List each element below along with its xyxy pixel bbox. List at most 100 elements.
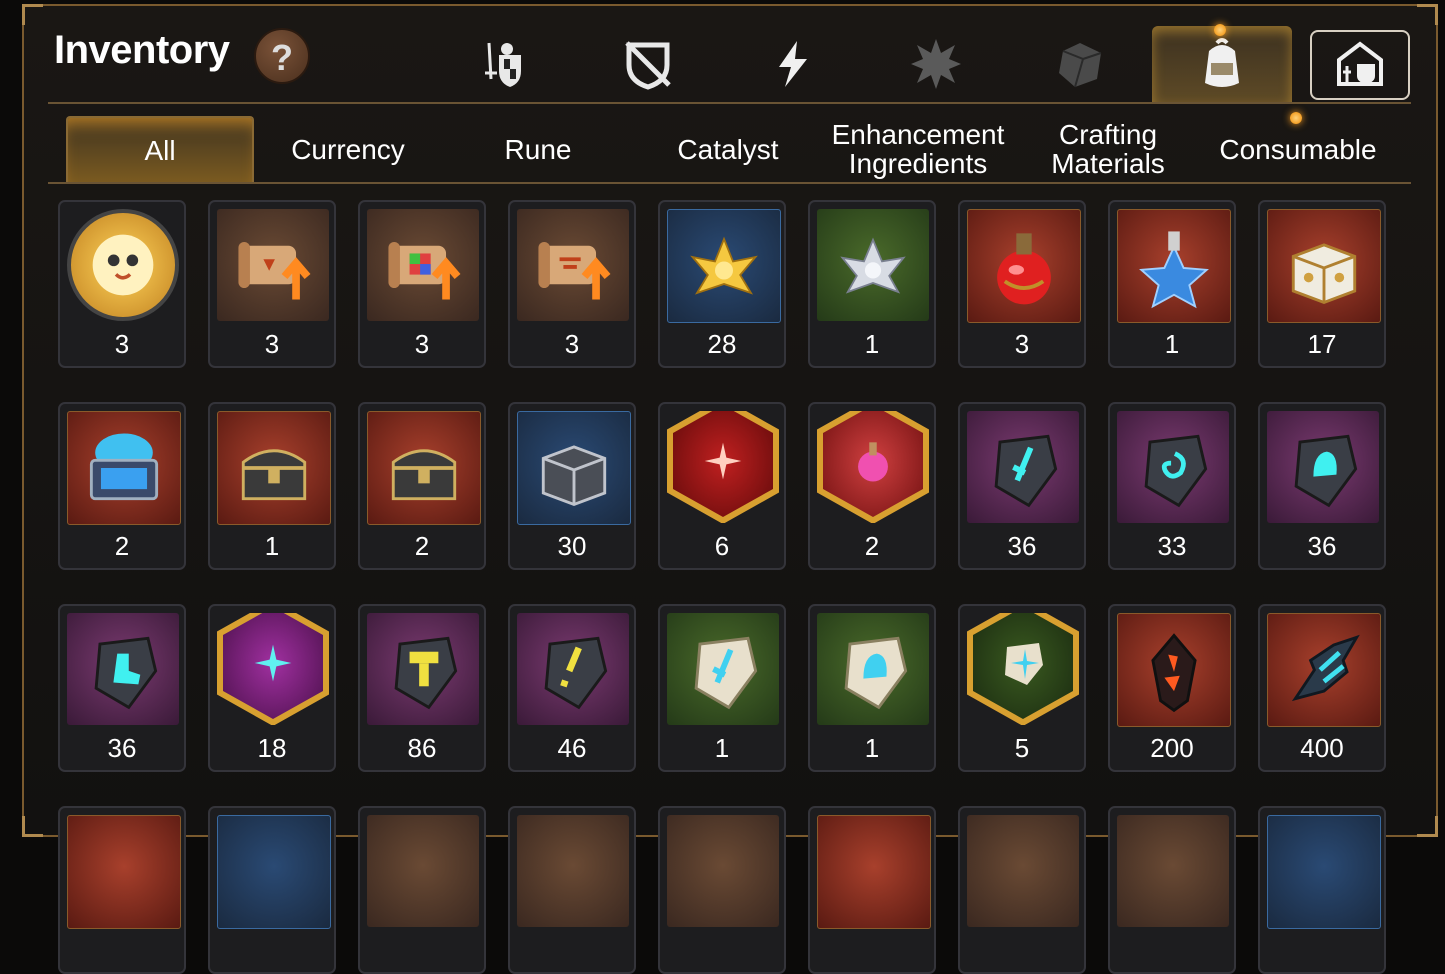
tab-currency[interactable]: Currency	[254, 116, 442, 182]
item-slot[interactable]: 86	[358, 604, 486, 772]
notification-dot	[1290, 112, 1302, 124]
item-slot[interactable]	[358, 806, 486, 974]
item-slot[interactable]: 200	[1108, 604, 1236, 772]
item-slot[interactable]: 36	[958, 402, 1086, 570]
broken-shield-icon	[625, 41, 671, 90]
item-slot[interactable]: 1	[1108, 200, 1236, 368]
item-slot[interactable]	[58, 806, 186, 974]
pink-potion-icon	[823, 411, 923, 517]
item-quantity: 3	[114, 329, 130, 359]
category-sword-shield[interactable]	[434, 26, 574, 102]
lightning-icon	[779, 41, 807, 87]
item-quantity: 2	[414, 531, 430, 561]
star-potion-icon	[1139, 231, 1209, 309]
item-quantity: 3	[414, 329, 430, 359]
item-slot[interactable]: 1	[808, 604, 936, 772]
blue-chest-icon	[89, 433, 159, 501]
frame-corner	[22, 4, 43, 25]
frame-corner	[22, 816, 43, 837]
item-slot[interactable]: 18	[208, 604, 336, 772]
item-slot[interactable]: 6	[658, 402, 786, 570]
item-slot[interactable]: 30	[508, 402, 636, 570]
item-slot[interactable]: 1	[808, 200, 936, 368]
item-slot[interactable]: 36	[1258, 402, 1386, 570]
item-slot[interactable]: 3	[508, 200, 636, 368]
sword-rune-icon	[994, 434, 1058, 508]
item-slot[interactable]: 17	[1258, 200, 1386, 368]
tab-enhancement-ingredients[interactable]: Enhancement Ingredients	[824, 116, 1012, 182]
tab-rune[interactable]: Rune	[444, 116, 632, 182]
item-slot[interactable]	[958, 806, 1086, 974]
item-slot[interactable]: 2	[58, 402, 186, 570]
item-slot[interactable]	[808, 806, 936, 974]
category-cube[interactable]	[1010, 26, 1150, 102]
category-burst[interactable]	[866, 26, 1006, 102]
tab-consumable[interactable]: Consumable	[1204, 116, 1392, 182]
item-quantity: 36	[1307, 531, 1337, 561]
cube-icon	[1059, 43, 1102, 88]
item-slot[interactable]: 3	[958, 200, 1086, 368]
page-title: Inventory	[54, 28, 230, 72]
item-quantity: 46	[557, 733, 587, 763]
category-lightning[interactable]	[722, 26, 862, 102]
item-quantity: 2	[114, 531, 130, 561]
item-slot[interactable]: 1	[208, 402, 336, 570]
frame-corner	[1417, 816, 1438, 837]
help-button[interactable]: ?	[254, 28, 310, 84]
item-slot[interactable]	[1108, 806, 1236, 974]
sword-shield-icon	[485, 42, 521, 87]
item-quantity: 28	[707, 329, 737, 359]
star-rune-icon	[223, 613, 323, 719]
upgrade-scroll-icon	[238, 241, 311, 300]
item-quantity: 1	[1164, 329, 1180, 359]
item-slot[interactable]: 3	[358, 200, 486, 368]
item-slot[interactable]	[1258, 806, 1386, 974]
item-slot[interactable]: 1	[658, 604, 786, 772]
backpack-icon	[1205, 38, 1239, 87]
item-slot[interactable]: 46	[508, 604, 636, 772]
red-potion-icon	[997, 233, 1051, 305]
category-backpack[interactable]	[1152, 26, 1292, 102]
stone-sword-rune-icon	[694, 636, 758, 710]
item-quantity: 1	[264, 531, 280, 561]
dark-chest-icon	[391, 449, 457, 501]
item-quantity: 36	[1007, 531, 1037, 561]
item-slot[interactable]: 33	[1108, 402, 1236, 570]
item-slot[interactable]: 3	[58, 200, 186, 368]
item-slot[interactable]: 2	[358, 402, 486, 570]
item-quantity: 3	[1014, 329, 1030, 359]
item-slot[interactable]: 2	[808, 402, 936, 570]
divider	[48, 102, 1411, 104]
divider	[48, 182, 1411, 184]
item-slot[interactable]	[508, 806, 636, 974]
item-slot[interactable]: 5	[958, 604, 1086, 772]
tab-catalyst[interactable]: Catalyst	[634, 116, 822, 182]
upgrade-scroll-icon	[538, 241, 611, 300]
hammer-rune-icon	[394, 636, 458, 710]
tab-all[interactable]: All	[66, 116, 254, 182]
item-quantity: 1	[714, 733, 730, 763]
azure-shard-icon	[1291, 634, 1360, 702]
silver-box-icon	[541, 445, 607, 507]
dark-chest-icon	[241, 449, 307, 501]
item-slot[interactable]: 36	[58, 604, 186, 772]
item-slot[interactable]: 28	[658, 200, 786, 368]
category-castle[interactable]	[1310, 30, 1410, 100]
item-quantity: 3	[564, 329, 580, 359]
frame-corner	[1417, 4, 1438, 25]
item-slot[interactable]	[658, 806, 786, 974]
spiral-rune-icon	[1144, 434, 1208, 508]
item-quantity: 36	[107, 733, 137, 763]
item-slot[interactable]: 400	[1258, 604, 1386, 772]
item-quantity: 6	[714, 531, 730, 561]
item-quantity: 30	[557, 531, 587, 561]
item-slot[interactable]	[208, 806, 336, 974]
item-slot[interactable]: 3	[208, 200, 336, 368]
stone-bell-rune-icon	[844, 636, 908, 710]
item-quantity: 2	[864, 531, 880, 561]
bell-rune-icon	[1294, 434, 1358, 508]
category-broken-shield[interactable]	[578, 26, 718, 102]
tab-crafting-materials[interactable]: Crafting Materials	[1014, 116, 1202, 182]
item-quantity: 3	[264, 329, 280, 359]
silver-lotus-icon	[840, 237, 906, 294]
